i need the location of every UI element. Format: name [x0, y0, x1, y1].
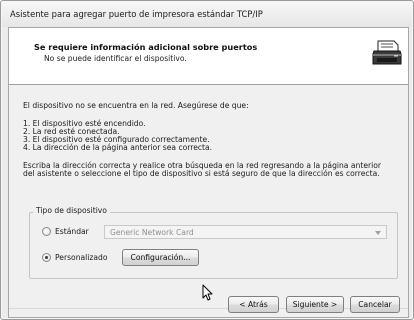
device-type-group	[29, 212, 398, 279]
checklist-item: 4. La dirección de la página anterior se…	[23, 143, 213, 152]
wizard-header: Se requiere información adicional sobre …	[9, 28, 408, 85]
standard-radio[interactable]	[42, 227, 51, 236]
configuration-button[interactable]: Configuración...	[122, 249, 199, 266]
wizard-client-area: Se requiere información adicional sobre …	[8, 27, 409, 318]
device-type-group-label: Tipo de dispositivo	[33, 206, 110, 215]
mouse-pointer-icon	[202, 284, 213, 301]
custom-radio[interactable]	[42, 253, 51, 262]
standard-device-select[interactable]: Generic Network Card	[104, 225, 387, 239]
standard-device-value: Generic Network Card	[110, 228, 194, 237]
header-title: Se requiere información adicional sobre …	[34, 42, 258, 52]
custom-radio-label[interactable]: Personalizado	[55, 253, 108, 262]
back-button[interactable]: < Atrás	[228, 296, 279, 313]
intro-text: El dispositivo no se encuentra en la red…	[23, 101, 249, 110]
next-button[interactable]: Siguiente >	[286, 296, 344, 313]
window-title: Asistente para agregar puerto de impreso…	[10, 9, 263, 19]
chevron-down-icon[interactable]	[375, 231, 381, 235]
title-bar[interactable]: Asistente para agregar puerto de impreso…	[2, 2, 412, 27]
instructions-text: del asistente o seleccione el tipo de di…	[23, 169, 380, 178]
printer-network-icon	[372, 38, 402, 68]
header-subtitle: No se puede identificar el dispositivo.	[44, 54, 187, 63]
footer-divider	[9, 308, 408, 309]
standard-radio-label[interactable]: Estándar	[55, 227, 89, 236]
wizard-window: Asistente para agregar puerto de impreso…	[0, 0, 414, 320]
cancel-button[interactable]: Cancelar	[350, 296, 400, 313]
